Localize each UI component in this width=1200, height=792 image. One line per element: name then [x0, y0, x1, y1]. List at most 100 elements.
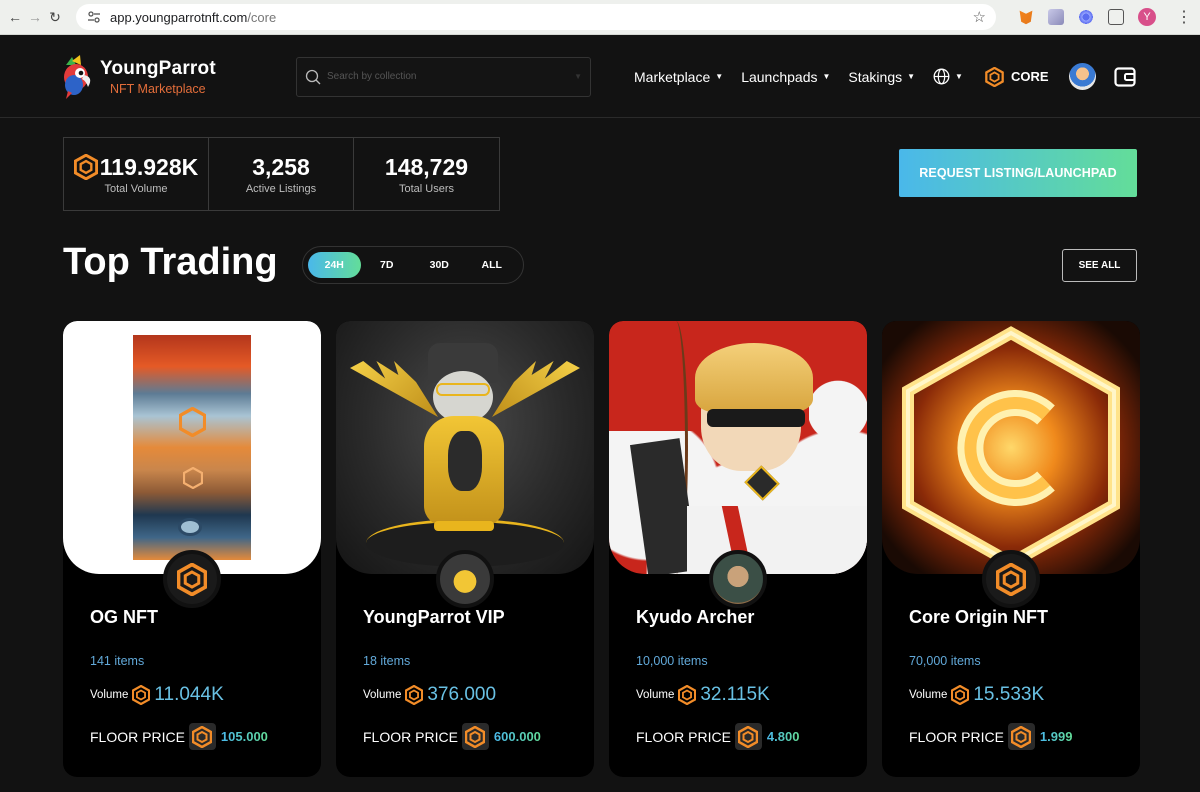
site-settings-icon[interactable] [86, 9, 102, 25]
stat-value: 119.928K [99, 153, 199, 180]
collection-image[interactable] [336, 321, 594, 574]
collection-name[interactable]: OG NFT [90, 607, 158, 628]
core-hexagon-icon [951, 685, 970, 705]
wallet-icon[interactable] [1113, 66, 1136, 87]
extension-icon-profile[interactable] [1048, 9, 1064, 25]
collection-avatar [982, 550, 1040, 608]
collection-avatar [436, 550, 494, 608]
volume-label: Volume [636, 689, 675, 701]
user-avatar[interactable] [1068, 63, 1096, 90]
floor-price-value: 1.999 [1039, 729, 1073, 744]
collection-cards: OG NFT 141 items Volume 11.044K FLOOR PR… [63, 321, 1140, 777]
core-hexagon-icon [188, 723, 216, 750]
collection-search[interactable]: ▼ [296, 56, 591, 97]
extensions-puzzle-icon[interactable] [1108, 9, 1124, 25]
stat-label: Total Users [398, 182, 455, 195]
volume-label: Volume [363, 689, 402, 701]
stat-value: 3,258 [252, 153, 310, 180]
main-nav: Marketplace ▼ Launchpads ▼ Stakings ▼ ▼ COR… [634, 63, 1136, 90]
url-host: app.youngparrotnft.com [110, 9, 248, 25]
collection-name[interactable]: YoungParrot VIP [363, 607, 505, 628]
floor-price-label: FLOOR PRICE [909, 728, 1004, 745]
chevron-down-icon: ▼ [822, 72, 831, 81]
core-hexagon-icon [461, 723, 489, 750]
nav-stakings-label: Stakings [848, 68, 903, 85]
chevron-down-icon: ▼ [715, 72, 724, 81]
core-hexagon-icon [985, 66, 1004, 87]
reload-icon[interactable]: ↻ [48, 6, 62, 28]
app-root: YoungParrot NFT Marketplace ▼ Marketplac… [0, 36, 1200, 792]
address-bar[interactable]: app.youngparrotnft.com/core ☆ [76, 4, 996, 30]
chain-selector[interactable]: CORE [985, 66, 1049, 87]
nav-launchpads[interactable]: Launchpads ▼ [741, 69, 830, 85]
collection-floor-price: FLOOR PRICE 4.800 [636, 723, 799, 750]
browser-menu-icon[interactable]: ⋮ [1176, 7, 1192, 27]
profile-avatar[interactable]: Y [1138, 8, 1156, 26]
logo-subtitle: NFT Marketplace [110, 81, 206, 96]
see-all-button[interactable]: SEE ALL [1062, 249, 1137, 282]
request-listing-button[interactable]: REQUEST LISTING/LAUNCHPAD [899, 149, 1137, 197]
nav-launchpads-label: Launchpads [741, 68, 818, 85]
browser-toolbar: ← → ↻ app.youngparrotnft.com/core ☆ Y ⋮ [0, 0, 1200, 35]
site-header: YoungParrot NFT Marketplace ▼ Marketplac… [0, 36, 1200, 118]
collection-card-og-nft[interactable]: OG NFT 141 items Volume 11.044K FLOOR PR… [63, 321, 321, 777]
core-hexagon-icon [132, 685, 151, 705]
collection-name[interactable]: Kyudo Archer [636, 607, 754, 628]
search-input[interactable] [327, 71, 575, 82]
collection-image[interactable] [609, 321, 867, 574]
parrot-logo-icon [60, 54, 96, 99]
volume-label: Volume [90, 689, 129, 701]
collection-floor-price: FLOOR PRICE 1.999 [909, 723, 1072, 750]
chevron-down-icon: ▼ [907, 72, 916, 81]
collection-image[interactable] [63, 321, 321, 574]
collection-image[interactable] [882, 321, 1140, 574]
logo-title: YoungParrot [100, 57, 216, 79]
floor-price-value: 4.800 [766, 729, 800, 744]
extension-icon-flower[interactable] [1078, 9, 1094, 25]
volume-value: 11.044K [154, 684, 224, 705]
site-logo[interactable]: YoungParrot NFT Marketplace [60, 54, 296, 99]
collection-card-kyudo-archer[interactable]: Kyudo Archer 10,000 items Volume 32.115K… [609, 321, 867, 777]
collection-volume: Volume 376.000 [363, 684, 496, 706]
volume-value: 376.000 [427, 684, 497, 705]
search-icon [305, 69, 321, 84]
nav-marketplace-label: Marketplace [634, 68, 711, 85]
collection-card-core-origin-nft[interactable]: Core Origin NFT 70,000 items Volume 15.5… [882, 321, 1140, 777]
collection-card-youngparrot-vip[interactable]: YoungParrot VIP 18 items Volume 376.000 … [336, 321, 594, 777]
floor-price-label: FLOOR PRICE [636, 728, 731, 745]
floor-price-label: FLOOR PRICE [90, 728, 185, 745]
stat-total-users: 148,729 Total Users [354, 138, 499, 210]
collection-item-count: 70,000 items [909, 654, 981, 668]
core-hexagon-icon [1007, 723, 1035, 750]
tab-7d[interactable]: 7D [361, 252, 414, 278]
url-path: /core [247, 9, 277, 25]
volume-value: 15.533K [973, 684, 1045, 705]
globe-icon [933, 68, 950, 85]
floor-price-label: FLOOR PRICE [363, 728, 458, 745]
nav-marketplace[interactable]: Marketplace ▼ [634, 69, 723, 85]
forward-icon[interactable]: → [28, 6, 42, 28]
period-tabs: 24H 7D 30D ALL [302, 246, 524, 284]
stat-total-volume: 119.928K Total Volume [64, 138, 209, 210]
collection-volume: Volume 11.044K [90, 684, 224, 706]
back-icon[interactable]: ← [8, 6, 22, 28]
core-hexagon-icon [405, 685, 424, 705]
language-selector[interactable]: ▼ [933, 68, 963, 85]
chain-label: CORE [1010, 69, 1049, 84]
tab-all[interactable]: ALL [466, 252, 519, 278]
stat-label: Active Listings [245, 182, 317, 195]
volume-label: Volume [909, 689, 948, 701]
collection-avatar [163, 550, 221, 608]
nav-stakings[interactable]: Stakings ▼ [848, 69, 915, 85]
collection-item-count: 141 items [90, 654, 145, 668]
tab-24h[interactable]: 24H [308, 252, 361, 278]
floor-price-value: 600.000 [493, 729, 541, 744]
core-hexagon-icon [73, 154, 98, 180]
platform-stats: 119.928K Total Volume 3,258 Active Listi… [63, 137, 500, 211]
collection-name[interactable]: Core Origin NFT [909, 607, 1048, 628]
bookmark-star-icon[interactable]: ☆ [973, 8, 986, 26]
tab-30d[interactable]: 30D [413, 252, 466, 278]
collection-floor-price: FLOOR PRICE 600.000 [363, 723, 541, 750]
metamask-extension-icon[interactable] [1019, 10, 1033, 25]
stat-label: Total Volume [104, 182, 168, 195]
